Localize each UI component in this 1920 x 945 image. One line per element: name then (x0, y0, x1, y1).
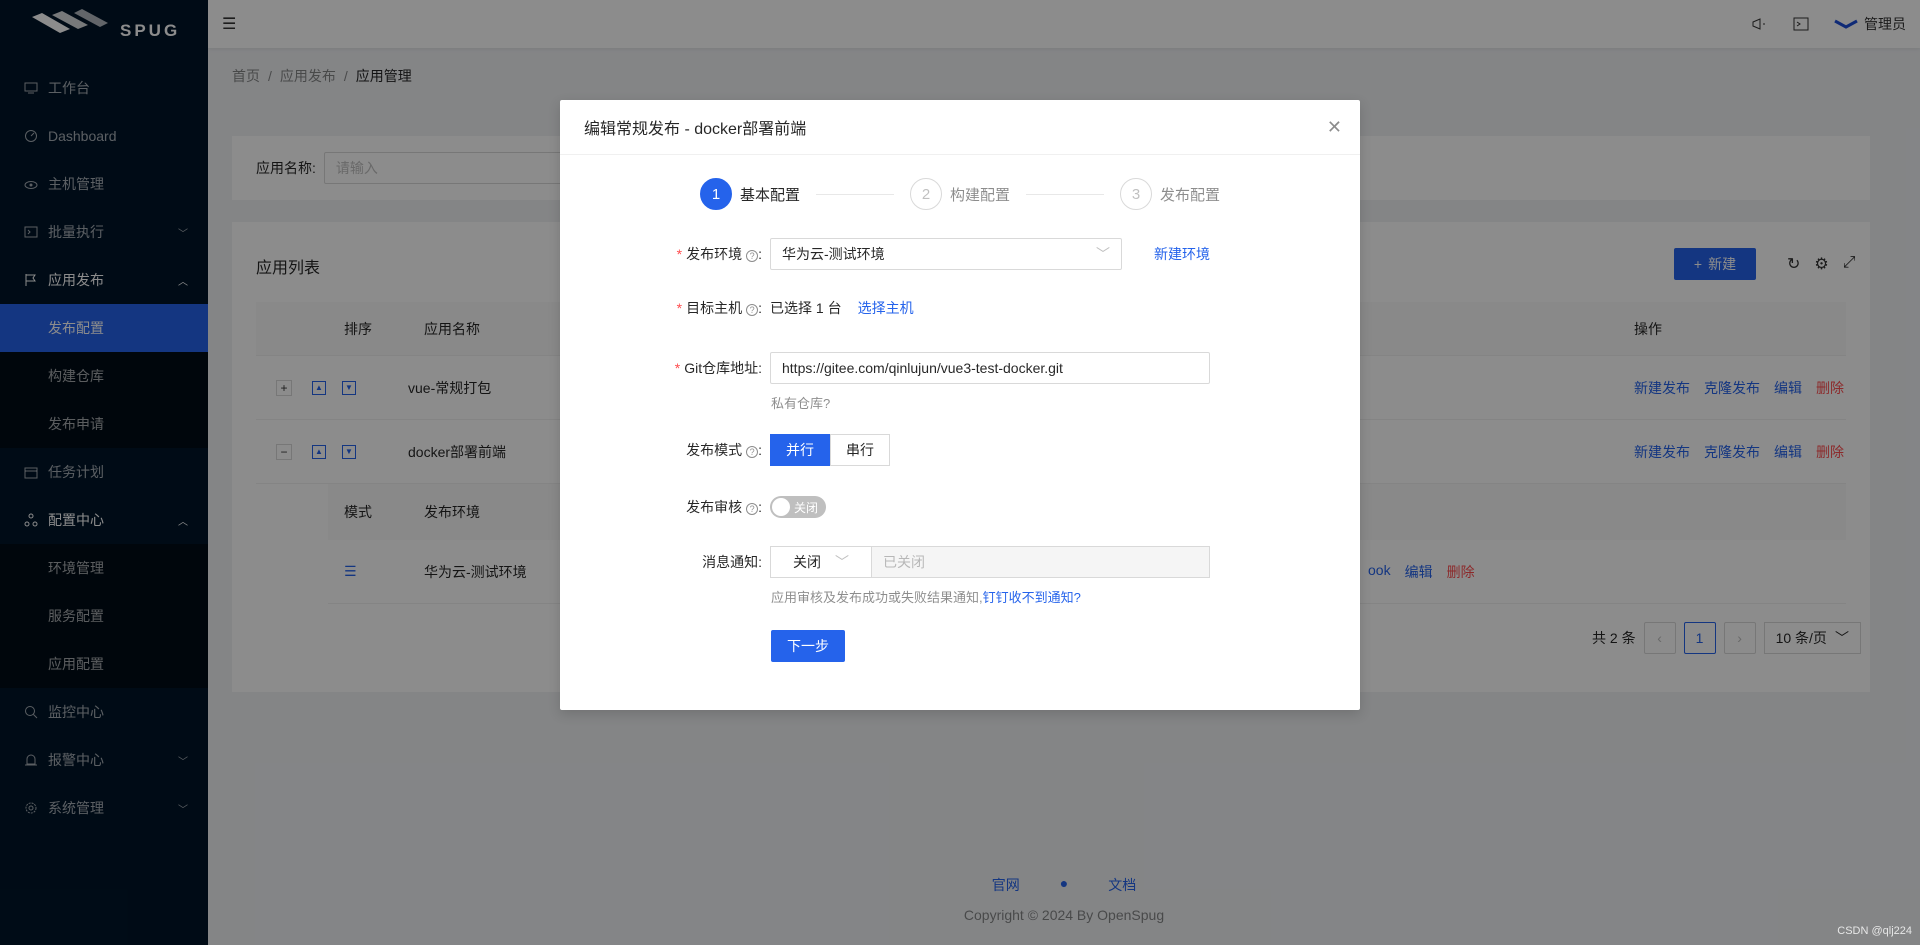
chevron-down-icon: ﹀ (835, 554, 849, 570)
close-icon[interactable]: ✕ (1327, 117, 1342, 138)
question-icon: ? (746, 304, 759, 316)
steps: 1 基本配置 2 构建配置 3 发布配置 (700, 178, 1220, 210)
question-icon: ? (746, 503, 759, 515)
git-row: * Git仓库地址: https://gitee.com/qinlujun/vue… (560, 352, 1210, 384)
env-row: * 发布环境?: 华为云-测试环境 ﹀ 新建环境 (560, 238, 1210, 270)
question-icon: ? (746, 446, 759, 458)
step-basic: 1 基本配置 (700, 178, 800, 210)
select-host-link[interactable]: 选择主机 (858, 298, 914, 318)
mode-serial-radio[interactable]: 串行 (830, 434, 890, 466)
next-step-button[interactable]: 下一步 (771, 630, 845, 662)
audit-switch[interactable]: 关闭 (770, 496, 826, 518)
notify-help: 应用审核及发布成功或失败结果通知,钉钉收不到通知? (771, 590, 1081, 605)
question-icon: ? (746, 250, 759, 262)
private-repo-link[interactable]: 私有仓库? (771, 393, 830, 412)
new-env-link[interactable]: 新建环境 (1154, 244, 1210, 264)
mode-parallel-radio[interactable]: 并行 (770, 434, 830, 466)
host-row: * 目标主机?: 已选择 1 台 选择主机 (676, 298, 914, 318)
mode-row: 发布模式?: 并行 串行 (560, 434, 890, 466)
notify-type-select[interactable]: 关闭 ﹀ (770, 546, 872, 578)
notify-url-input[interactable]: 已关闭 (872, 546, 1210, 578)
step-deploy: 3 发布配置 (1120, 178, 1220, 210)
dingtalk-help-link[interactable]: 钉钉收不到通知? (983, 590, 1081, 605)
notify-row: 消息通知: 关闭 ﹀ 已关闭 (560, 546, 1210, 578)
step-build: 2 构建配置 (910, 178, 1010, 210)
audit-row: 发布审核?: 关闭 (560, 496, 826, 518)
edit-deploy-modal: 编辑常规发布 - docker部署前端 ✕ 1 基本配置 2 构建配置 3 发布… (560, 100, 1360, 710)
env-select[interactable]: 华为云-测试环境 ﹀ (770, 238, 1122, 270)
git-url-input[interactable]: https://gitee.com/qinlujun/vue3-test-doc… (770, 352, 1210, 384)
modal-title: 编辑常规发布 - docker部署前端 (560, 100, 1360, 155)
chevron-down-icon: ﹀ (1096, 246, 1110, 262)
watermark: CSDN @qlj224 (1837, 925, 1912, 937)
host-selected-count: 已选择 1 台 (770, 300, 842, 316)
